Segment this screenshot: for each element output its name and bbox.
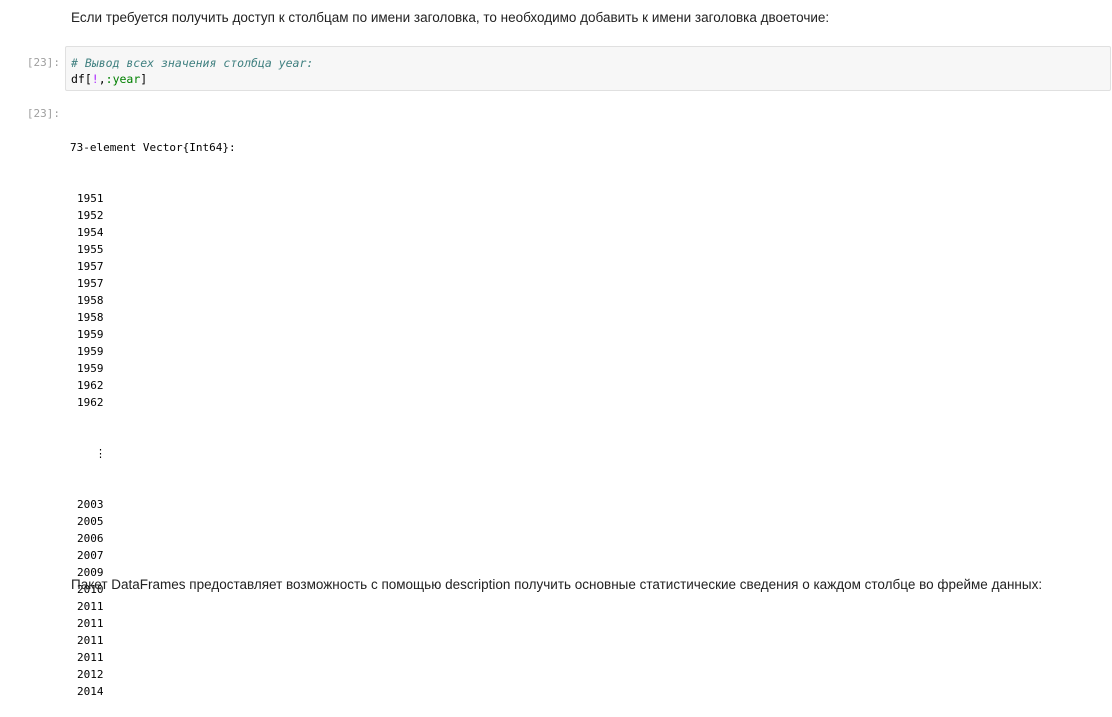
output-value-row: 1955 xyxy=(77,243,104,256)
output-value-row: 1962 xyxy=(77,379,104,392)
output-value-row: 2012 xyxy=(77,668,104,681)
output-value-row: 2011 xyxy=(77,600,104,613)
output-value-row: 1952 xyxy=(77,209,104,222)
code-comma: , xyxy=(98,72,106,86)
code-cell-editor[interactable]: # Вывод всех значения столбца year: df[!… xyxy=(65,46,1111,91)
output-value-row: 2011 xyxy=(77,634,104,647)
output-value-row: 1959 xyxy=(77,345,104,358)
output-value-row: 2005 xyxy=(77,515,104,528)
cell-output: 73-element Vector{Int64}: 1951 1952 1954 19… xyxy=(70,105,236,717)
code-symbol-year: :year xyxy=(105,72,141,86)
markdown-text-bottom: Пакет DataFrames предоставляет возможнос… xyxy=(71,577,1043,592)
output-value-row: 1958 xyxy=(77,311,104,324)
output-head-values: 1951 1952 1954 1955 1957 1957 1958 1958 1959 1959… xyxy=(70,190,236,411)
output-value-row: 2007 xyxy=(77,549,104,562)
output-value-row: 2014 xyxy=(77,685,104,698)
code-line-expression: df[!,:year] xyxy=(71,71,147,87)
output-ellipsis: ⋮ xyxy=(95,447,106,460)
output-value-row: 2011 xyxy=(77,617,104,630)
output-value-row: 1958 xyxy=(77,294,104,307)
code-index-close: ] xyxy=(140,72,148,86)
output-value-row: 1954 xyxy=(77,226,104,239)
output-header: 73-element Vector{Int64}: xyxy=(70,141,236,154)
code-comment: # Вывод всех значения столбца year: xyxy=(71,56,314,70)
code-line-comment: # Вывод всех значения столбца year: xyxy=(71,55,313,71)
output-tail-values: 2003 2005 2006 2007 2009 2010 2011 2011 2011 2011… xyxy=(70,496,236,700)
markdown-text-top: Если требуется получить доступ к столбца… xyxy=(71,10,830,25)
output-value-row: 2003 xyxy=(77,498,104,511)
output-value-row: 1959 xyxy=(77,328,104,341)
output-value-row: 1957 xyxy=(77,260,104,273)
output-value-row: 1951 xyxy=(77,192,104,205)
output-value-row: 2011 xyxy=(77,651,104,664)
output-value-row: 1962 xyxy=(77,396,104,409)
output-prompt: [23]: xyxy=(26,107,60,120)
output-value-row: 2006 xyxy=(77,532,104,545)
code-bang-operator: ! xyxy=(91,72,99,86)
output-value-row: 1957 xyxy=(77,277,104,290)
output-value-row: 1959 xyxy=(77,362,104,375)
code-df-index-open: df[ xyxy=(71,72,92,86)
input-prompt: [23]: xyxy=(26,56,60,69)
